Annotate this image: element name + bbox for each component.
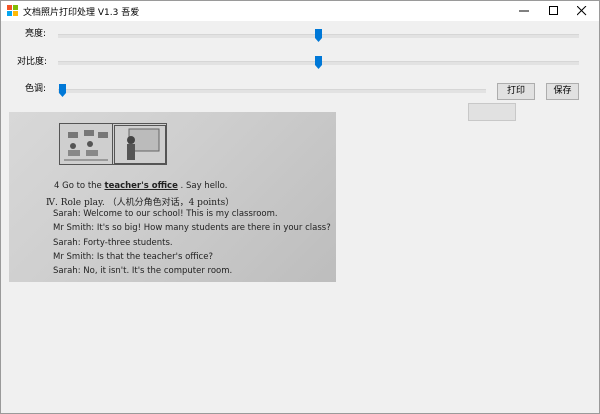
blank-button[interactable] bbox=[468, 103, 516, 121]
window-title: 文档照片打印处理 V1.3 吾爱 bbox=[23, 8, 140, 18]
minimize-icon bbox=[519, 10, 529, 12]
minimize-button[interactable] bbox=[507, 1, 541, 21]
doc-line-1: 4 Go to the teacher's office . Say hello… bbox=[54, 181, 227, 191]
brightness-label: 亮度: bbox=[25, 29, 47, 39]
contrast-label: 对比度: bbox=[17, 57, 48, 67]
app-window: 文档照片打印处理 V1.3 吾爱 亮度: 对比度: 色调: 打印 保存 4 Go… bbox=[0, 0, 600, 414]
doc-line-6: Mr Smith: Is that the teacher's office? bbox=[53, 252, 213, 262]
hue-slider-track[interactable] bbox=[58, 89, 486, 93]
hue-slider-thumb[interactable] bbox=[59, 84, 66, 97]
teacher-illustration bbox=[127, 128, 160, 160]
brightness-slider-thumb[interactable] bbox=[315, 29, 322, 42]
document-preview: 4 Go to the teacher's office . Say hello… bbox=[9, 112, 336, 282]
contrast-slider-thumb[interactable] bbox=[315, 56, 322, 69]
hue-label: 色调: bbox=[25, 84, 47, 94]
doc-line-1-prefix: 4 Go to the bbox=[54, 181, 105, 191]
doc-line-7: Sarah: No, it isn't. It's the computer r… bbox=[53, 266, 233, 276]
maximize-icon bbox=[549, 6, 558, 15]
app-logo-icon bbox=[7, 5, 18, 16]
doc-line-2: Ⅳ. Role play. （人机分角色对话，4 points） bbox=[46, 198, 235, 208]
doc-line-3: Sarah: Welcome to our school! This is my… bbox=[53, 209, 278, 219]
doc-line-1-suffix: . Say hello. bbox=[177, 181, 228, 191]
close-button[interactable] bbox=[565, 1, 599, 21]
doc-line-4: Mr Smith: It's so big! How many students… bbox=[53, 223, 331, 233]
title-bar[interactable]: 文档照片打印处理 V1.3 吾爱 bbox=[1, 1, 599, 21]
close-icon bbox=[577, 6, 587, 16]
doc-line-5: Sarah: Forty-three students. bbox=[53, 238, 173, 248]
students-illustration bbox=[64, 130, 108, 161]
save-button[interactable]: 保存 bbox=[546, 83, 579, 100]
print-button[interactable]: 打印 bbox=[497, 83, 535, 100]
doc-line-1-underlined: teacher's office bbox=[104, 181, 178, 191]
classroom-illustration bbox=[59, 123, 167, 165]
